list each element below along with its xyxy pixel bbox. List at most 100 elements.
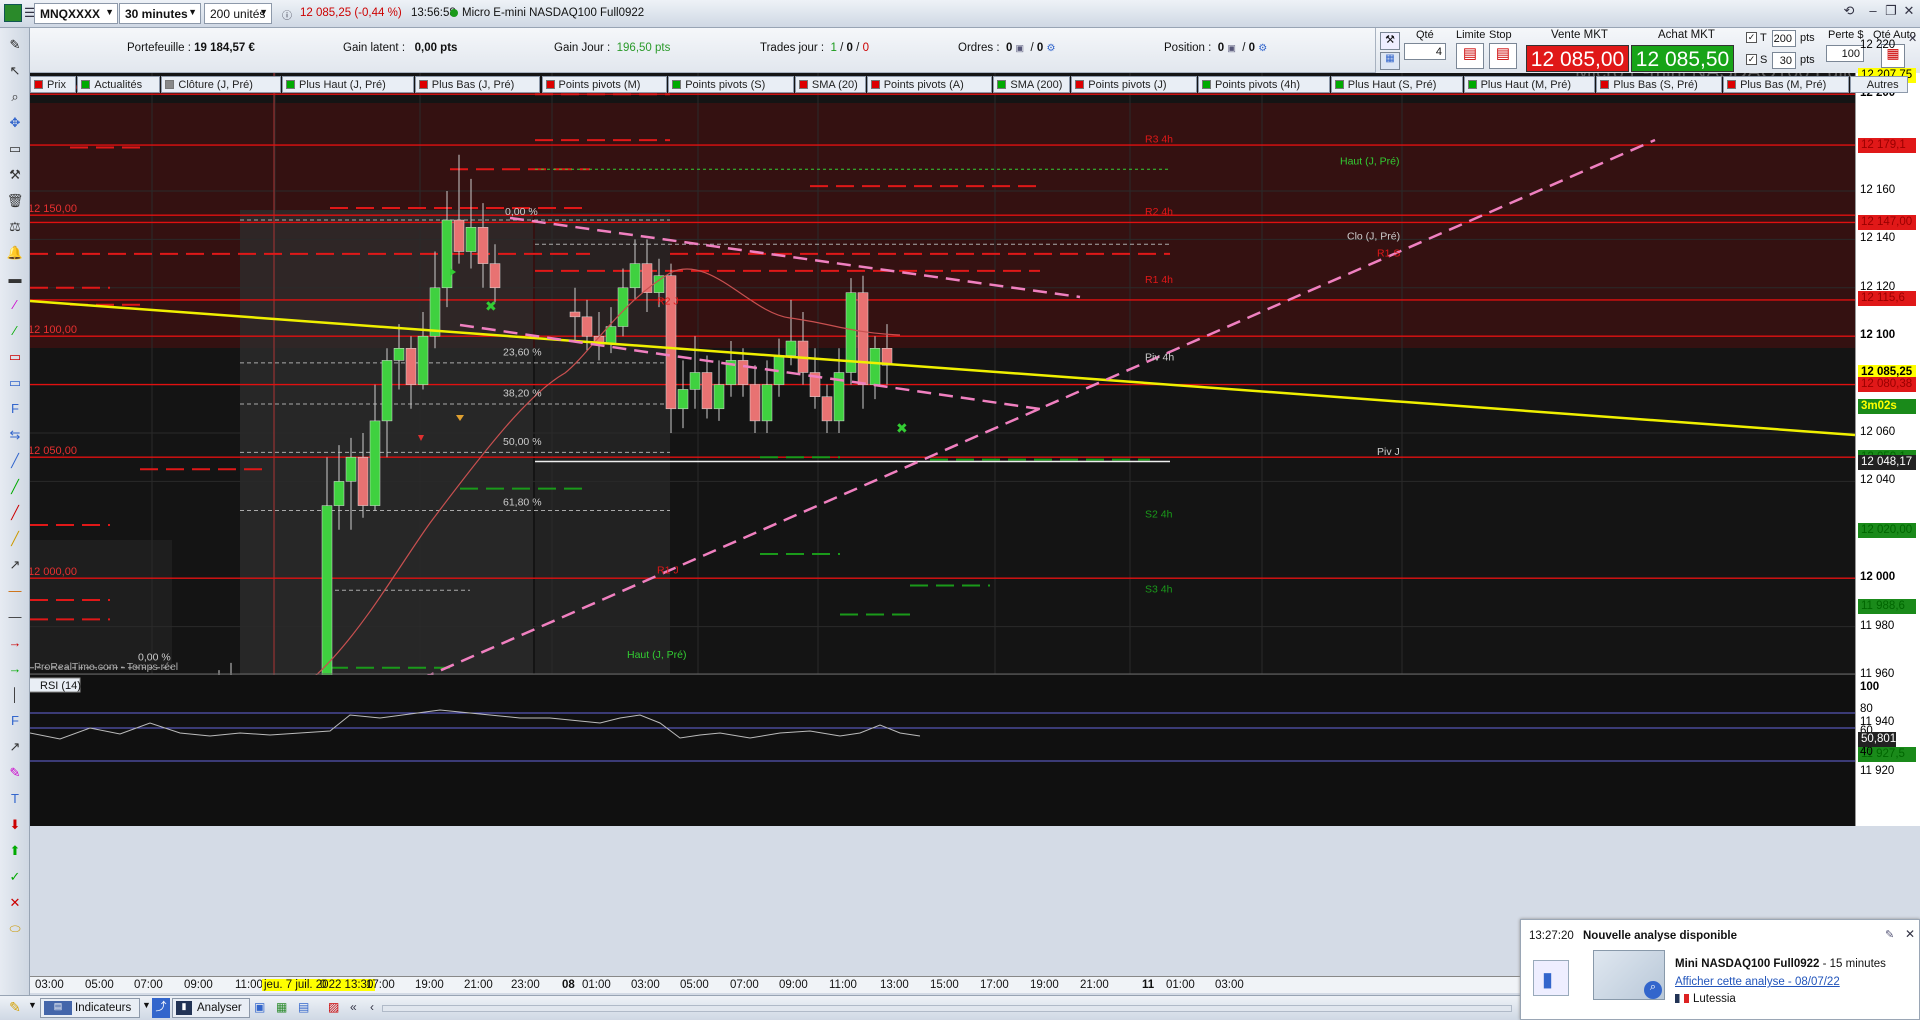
crosshair-icon[interactable]: ✥ — [6, 114, 24, 132]
pencil-icon[interactable]: ✎ — [4, 999, 26, 1017]
alert-icon[interactable]: 🔔 — [6, 244, 24, 262]
trend-tool-icon[interactable]: ⁄ — [6, 322, 24, 340]
hray-green-icon[interactable]: → — [6, 660, 24, 678]
position-icon[interactable]: ▣ — [1227, 43, 1236, 53]
notification-close-icon[interactable]: ✕ — [1905, 927, 1915, 941]
scroll-left-icon[interactable]: « — [350, 1000, 357, 1014]
wrench-icon[interactable]: ⚒ — [6, 166, 24, 184]
channel-icon[interactable]: ▭ — [6, 374, 24, 392]
indicator-chip[interactable]: SMA (200) — [993, 76, 1071, 93]
fibonacci-icon[interactable]: F — [6, 400, 24, 418]
info-icon[interactable]: ⓘ — [282, 7, 292, 22]
sell-mkt-button[interactable]: 12 085,00 — [1526, 45, 1629, 72]
indicator-chip[interactable]: Points pivots (S) — [668, 76, 794, 93]
line-tool-icon[interactable]: ⁄ — [6, 296, 24, 314]
price-axis[interactable]: 12 220 12 200 12 160 12 140 12 120 12 100 12 0… — [1855, 39, 1920, 826]
hline-icon[interactable]: — — [6, 608, 24, 626]
notification-title: Nouvelle analyse disponible — [1583, 930, 1738, 942]
s-input[interactable]: 30 — [1772, 52, 1796, 69]
indicator-chip[interactable]: Points pivots (4h) — [1198, 76, 1330, 93]
time-tick: 13:00 — [880, 979, 909, 991]
line-icon[interactable]: ╱ — [6, 504, 24, 522]
zoom-icon[interactable]: ⌕ — [6, 88, 24, 106]
indicator-chip[interactable]: Plus Haut (J, Pré) — [282, 76, 414, 93]
t-input[interactable]: 200 — [1772, 30, 1796, 47]
instrument-select[interactable]: MNQXXXX ▼ — [34, 3, 118, 24]
indicator-chip[interactable]: Plus Bas (S, Pré) — [1596, 76, 1723, 93]
check-icon[interactable]: ✓ — [6, 868, 24, 886]
arrow-tool-icon[interactable]: ⇆ — [6, 426, 24, 444]
trash-icon[interactable]: 🗑 — [6, 192, 24, 210]
cross-icon[interactable]: ✕ — [6, 894, 24, 912]
buy-mkt-button[interactable]: 12 085,50 — [1631, 45, 1734, 72]
chart-canvas[interactable]: ✖✖ 12 200,0012 150,0012 100,0012 050,001… — [30, 73, 1855, 826]
position-settings-icon[interactable]: ⚙ — [1258, 43, 1267, 54]
indicators-button[interactable]: ▤ Indicateurs — [40, 998, 140, 1018]
stop-order-button[interactable]: ▤ — [1489, 43, 1517, 69]
analyse-button[interactable]: ▮ Analyser — [172, 998, 250, 1018]
orders-settings-icon[interactable]: ⚙ — [1046, 43, 1055, 54]
indicator-chip[interactable]: Plus Haut (M, Pré) — [1463, 76, 1596, 93]
analysis-thumbnail[interactable]: ⌕ — [1593, 950, 1665, 1000]
horizontal-scrollbar[interactable] — [382, 1005, 1512, 1012]
price-chart[interactable]: ✖✖ 12 200,0012 150,0012 100,0012 050,001… — [30, 73, 1855, 826]
loss-input[interactable]: 100 — [1826, 45, 1864, 62]
table-icon[interactable]: ▦ — [276, 1000, 287, 1014]
scroll-prev-icon[interactable]: ‹ — [370, 1000, 374, 1014]
notification-popup[interactable]: 13:27:20 Nouvelle analyse disponible ✎ ✕… — [1520, 919, 1920, 1020]
limit-order-button[interactable]: ▤ — [1456, 43, 1484, 69]
extend-line-icon[interactable]: ╱ — [6, 530, 24, 548]
calculator-icon[interactable]: ▦ — [1380, 52, 1400, 70]
qty-input[interactable]: 4 — [1404, 43, 1446, 60]
units-select[interactable]: 200 unités ▼ — [204, 3, 272, 24]
indicator-chip[interactable]: Plus Bas (J, Pré) — [414, 76, 541, 93]
pencil-icon[interactable]: ✎ — [6, 36, 24, 54]
horizontal-line-icon[interactable]: — — [6, 582, 24, 600]
vertical-line-icon[interactable]: │ — [6, 686, 24, 704]
chevron-down-icon[interactable]: ▼ — [142, 1000, 151, 1010]
chart-icon[interactable]: ▤ — [298, 1000, 309, 1014]
indicator-chip[interactable]: Clôture (J, Pré) — [161, 76, 281, 93]
ray-icon[interactable]: ╱ — [6, 478, 24, 496]
order-panel-close-icon[interactable]: ✕ — [1908, 32, 1917, 45]
indicator-chip[interactable]: Plus Bas (M, Pré) — [1723, 76, 1849, 93]
indicator-chip[interactable]: SMA (20) — [794, 76, 866, 93]
magnifier-icon[interactable]: ⌕ — [1644, 981, 1662, 999]
indicator-chip[interactable]: Plus Haut (S, Pré) — [1330, 76, 1463, 93]
ruler-icon[interactable]: ▬ — [6, 270, 24, 288]
indicator-chip[interactable]: Actualités — [77, 76, 161, 93]
orders-icon[interactable]: ▣ — [1016, 43, 1025, 53]
open-analysis-link[interactable]: Afficher cette analyse - 08/07/22 — [1675, 976, 1840, 988]
candle-body — [369, 420, 381, 506]
indicator-chip[interactable]: Prix — [30, 76, 77, 93]
chevron-down-icon[interactable]: ▼ — [28, 1000, 37, 1010]
layout-icon[interactable]: ▣ — [254, 1000, 265, 1014]
indicator-chip[interactable]: Autres — [1849, 76, 1909, 93]
wrench-icon[interactable]: ⚒ — [1380, 32, 1400, 50]
cursor-icon[interactable]: ↖ — [6, 62, 24, 80]
indicator-chip[interactable]: Points pivots (A) — [866, 76, 993, 93]
arrow-up-icon[interactable]: ⬆ — [6, 842, 24, 860]
hray-icon[interactable]: → — [6, 634, 24, 652]
arrow-down-icon[interactable]: ⬇ — [6, 816, 24, 834]
vector-icon[interactable]: ↗ — [6, 556, 24, 574]
scale-icon[interactable]: ⚖ — [6, 218, 24, 236]
timeframe-select[interactable]: 30 minutes ▼ — [119, 3, 201, 24]
brush-icon[interactable]: ✎ — [6, 764, 24, 782]
text-icon[interactable]: T — [6, 790, 24, 808]
pin-icon[interactable]: ✎ — [1885, 928, 1894, 941]
close-icon[interactable]: ✕ — [1898, 3, 1920, 23]
screener-icon[interactable]: ▨ — [328, 1000, 339, 1014]
refresh-icon[interactable]: ⟲ — [1838, 3, 1860, 23]
rectangle-icon[interactable]: ▭ — [6, 348, 24, 366]
copy-icon[interactable]: ▭ — [6, 140, 24, 158]
t-checkbox[interactable]: ✓ — [1746, 32, 1757, 43]
shape-icon[interactable]: ⬭ — [6, 920, 24, 938]
indicator-chip[interactable]: Points pivots (M) — [541, 76, 668, 93]
s-checkbox[interactable]: ✓ — [1746, 54, 1757, 65]
projection-icon[interactable]: ↗ — [6, 738, 24, 756]
share-icon[interactable]: ⤴ — [152, 998, 170, 1018]
fib-time-icon[interactable]: F — [6, 712, 24, 730]
indicator-chip[interactable]: Points pivots (J) — [1071, 76, 1197, 93]
segment-icon[interactable]: ╱ — [6, 452, 24, 470]
